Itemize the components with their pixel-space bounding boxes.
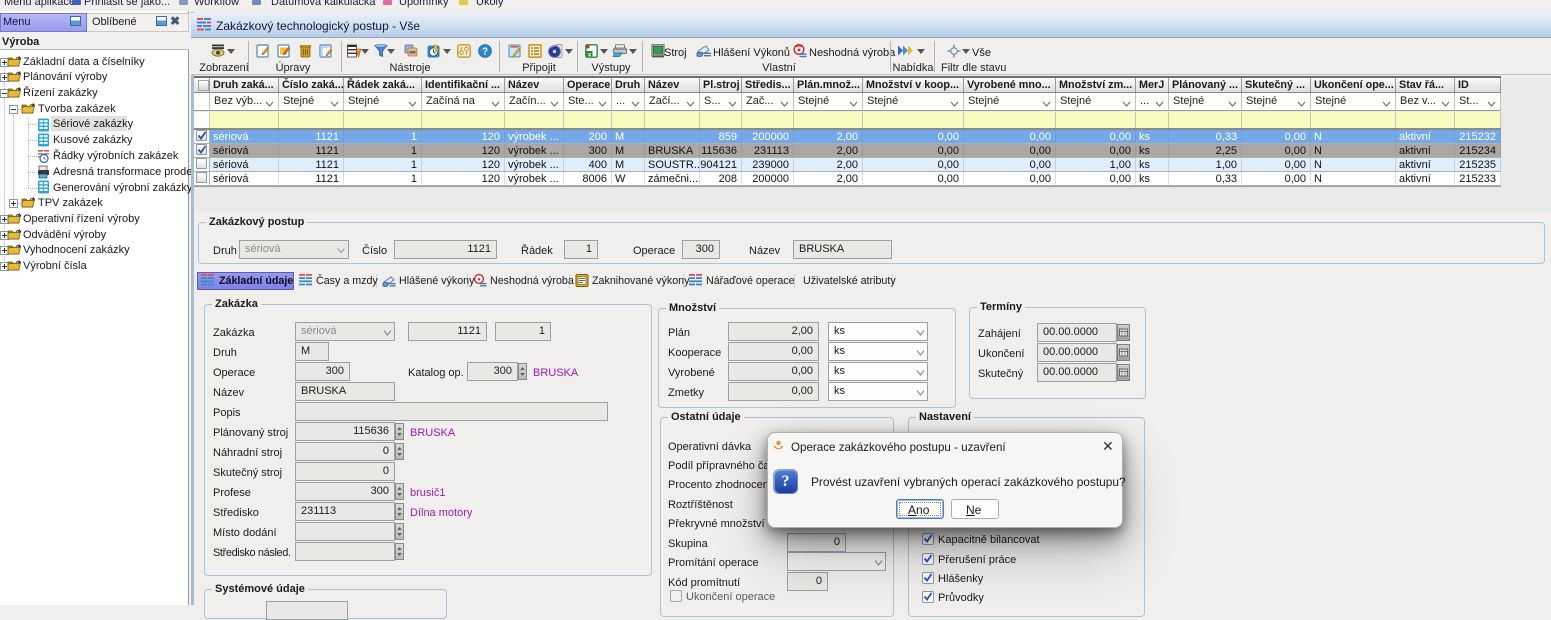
svg-text:?: ?	[482, 47, 488, 58]
svg-text:x: x	[588, 52, 592, 58]
